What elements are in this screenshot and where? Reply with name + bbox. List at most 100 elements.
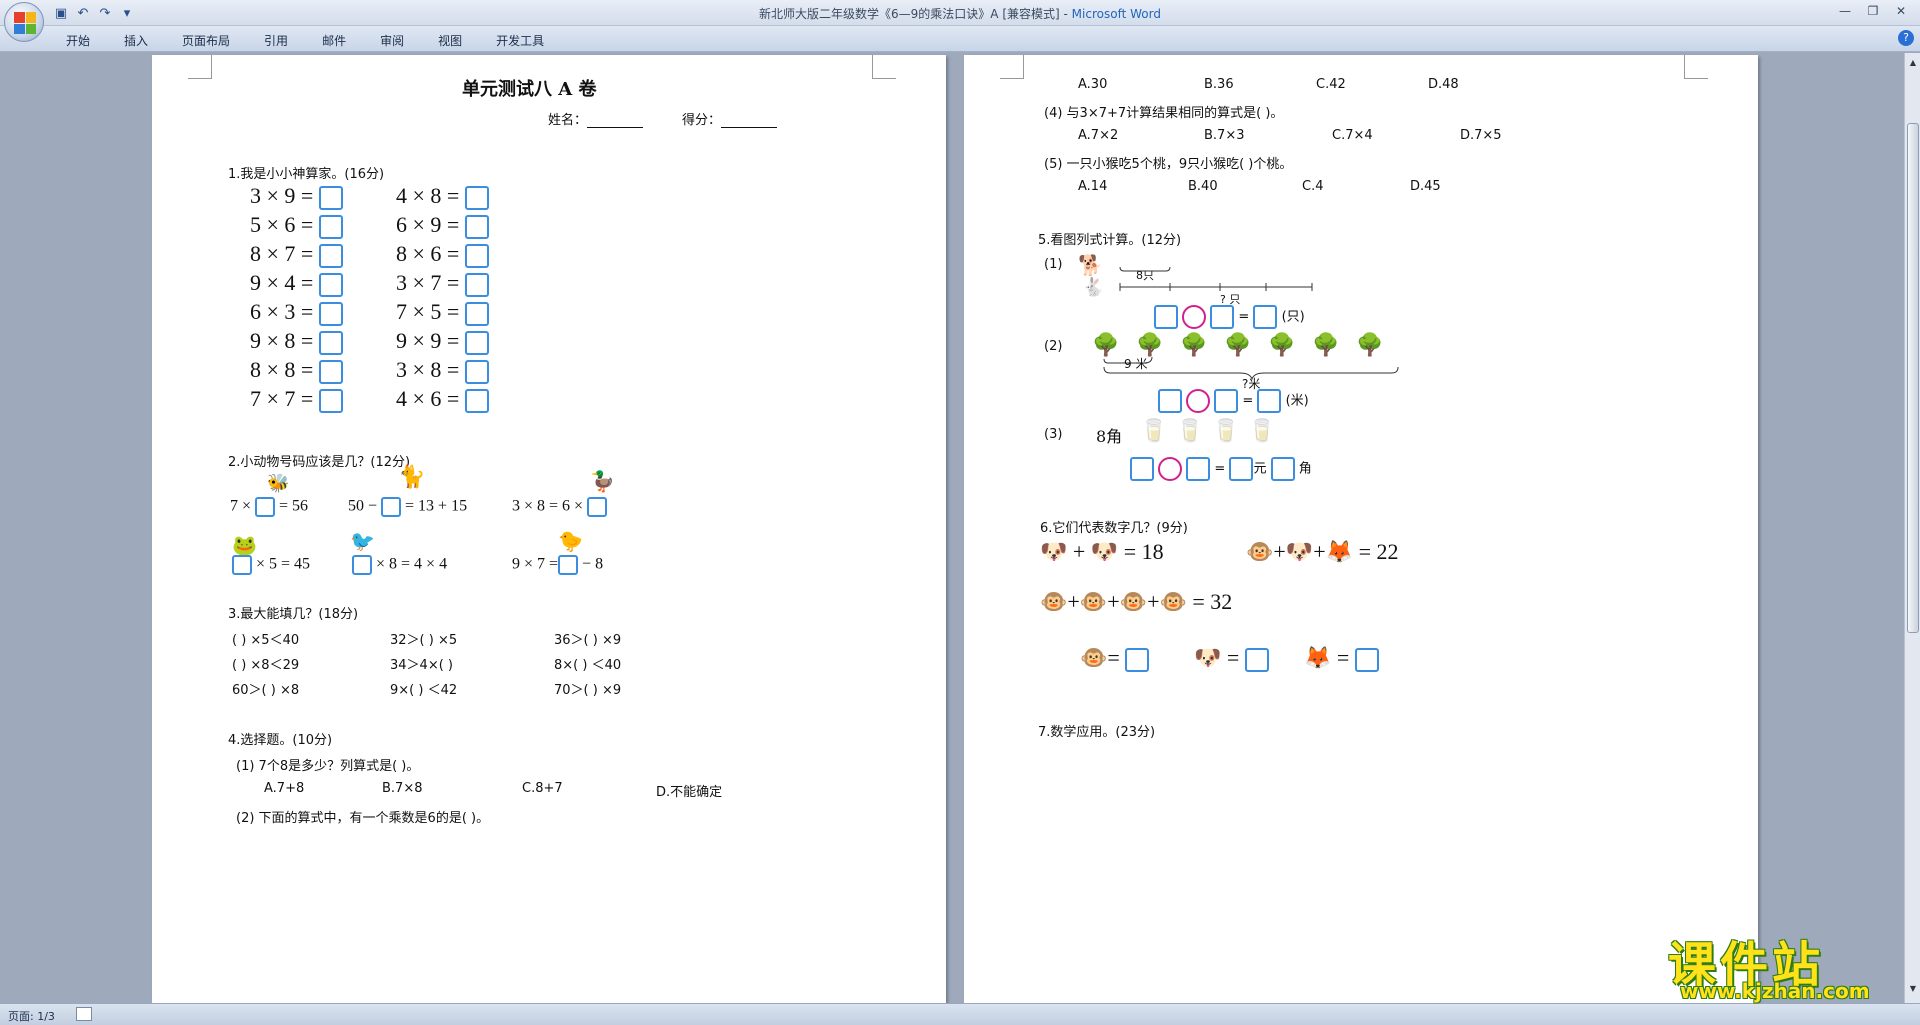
page-1[interactable]: 单元测试八 A 卷 姓名： 得分： 1.我是小小神算家。(16分) 3 × 9 …	[152, 55, 946, 1003]
q1-item: 5 × 6 =	[250, 212, 343, 239]
operator-circle[interactable]	[1186, 389, 1211, 413]
answer-box[interactable]	[464, 330, 489, 355]
tab-developer[interactable]: 开发工具	[490, 30, 550, 51]
crop-mark	[1000, 55, 1024, 79]
q5-2-span-label: 9 米	[1124, 357, 1148, 371]
q6-answer-fox: 🦊 =	[1304, 645, 1379, 672]
q4-3-option: B.36	[1204, 77, 1234, 92]
q1-expression: 3 × 8 =	[396, 357, 460, 382]
q1-item: 4 × 8 =	[396, 183, 489, 210]
q1-expression: 8 × 7 =	[250, 241, 314, 266]
answer-box[interactable]	[587, 497, 608, 517]
help-icon[interactable]: ?	[1898, 30, 1914, 46]
q1-heading: 1.我是小小神算家。(16分)	[228, 167, 385, 182]
cat-icon: 🐈	[398, 465, 426, 490]
q4-4-option: C.7×4	[1332, 128, 1373, 143]
answer-box[interactable]	[464, 214, 489, 239]
crop-mark	[1684, 55, 1708, 79]
monkey-icon: 🐵	[1079, 589, 1108, 614]
answer-box[interactable]	[318, 388, 343, 413]
answer-box[interactable]	[1229, 457, 1254, 481]
answer-box[interactable]	[255, 497, 276, 517]
q4-1-option: D.不能确定	[656, 785, 723, 800]
answer-box[interactable]	[352, 555, 372, 575]
answer-box[interactable]	[464, 185, 489, 210]
maximize-icon[interactable]: ❐	[1860, 2, 1886, 20]
answer-box[interactable]	[464, 243, 489, 268]
minimize-icon[interactable]: —	[1832, 2, 1858, 20]
answer-box[interactable]	[558, 555, 579, 575]
tab-mailings[interactable]: 邮件	[316, 30, 352, 51]
answer-box[interactable]	[318, 185, 343, 210]
q3-item: 60＞( ) ×8	[232, 683, 300, 698]
monkey-icon: 🐵	[1040, 589, 1068, 614]
tab-references[interactable]: 引用	[258, 30, 294, 51]
operator-circle[interactable]	[1158, 457, 1183, 481]
close-icon[interactable]: ✕	[1888, 2, 1914, 20]
answer-box[interactable]	[318, 301, 343, 326]
q4-1-option: A.7+8	[264, 781, 305, 796]
answer-box[interactable]	[1257, 389, 1282, 413]
q4-1-option: C.8+7	[522, 781, 563, 796]
answer-box[interactable]	[318, 359, 343, 384]
vertical-scrollbar[interactable]: ▲ ▼	[1904, 53, 1920, 1003]
page-title: 单元测试八 A 卷	[462, 79, 597, 100]
answer-box[interactable]	[1270, 457, 1295, 481]
answer-box[interactable]	[1125, 647, 1150, 672]
answer-box[interactable]	[1186, 457, 1211, 481]
q5-1-bar-diagram	[1119, 266, 1313, 291]
q1-expression: 5 × 6 =	[250, 212, 314, 237]
answer-box[interactable]	[318, 272, 343, 297]
operator-circle[interactable]	[1182, 305, 1207, 329]
q1-expression: 7 × 7 =	[250, 386, 314, 411]
answer-box[interactable]	[381, 497, 402, 517]
answer-box[interactable]	[1158, 389, 1182, 413]
page-indicator[interactable]: 页面: 1/3	[8, 1008, 55, 1024]
scroll-down-icon[interactable]: ▼	[1907, 983, 1919, 995]
q4-4-option: B.7×3	[1204, 128, 1245, 143]
scroll-thumb[interactable]	[1907, 123, 1919, 633]
answer-box[interactable]	[1214, 389, 1239, 413]
duck-icon: 🦆	[590, 469, 615, 493]
tab-view[interactable]: 视图	[432, 30, 468, 51]
q6-answer-dog: 🐶 =	[1194, 645, 1269, 672]
ribbon: 开始 插入 页面布局 引用 邮件 审阅 视图 开发工具 ?	[0, 26, 1920, 52]
answer-box[interactable]	[318, 330, 343, 355]
q1-expression: 3 × 9 =	[250, 183, 314, 208]
q1-expression: 3 × 7 =	[396, 270, 460, 295]
answer-box[interactable]	[1130, 457, 1154, 481]
q4-3-option: C.42	[1316, 77, 1346, 92]
office-button[interactable]	[4, 2, 44, 42]
q1-item: 9 × 8 =	[250, 328, 343, 355]
answer-box[interactable]	[1253, 305, 1278, 329]
answer-box[interactable]	[1244, 647, 1269, 672]
answer-box[interactable]	[318, 214, 343, 239]
tab-insert[interactable]: 插入	[118, 30, 154, 51]
scroll-up-icon[interactable]: ▲	[1907, 57, 1919, 69]
q2-heading: 2.小动物号码应该是几？(12分)	[228, 455, 411, 470]
proofing-icon[interactable]	[76, 1007, 92, 1021]
answer-box[interactable]	[1354, 647, 1379, 672]
q4-4-option: D.7×5	[1460, 128, 1502, 143]
answer-box[interactable]	[464, 301, 489, 326]
tab-review[interactable]: 审阅	[374, 30, 410, 51]
title-bar: ▣ ↶ ↷ ▾ 新北师大版二年级数学《6—9的乘法口诀》A [兼容模式] - M…	[0, 0, 1920, 26]
milk-carton-icon: 🥛	[1248, 419, 1276, 444]
answer-box[interactable]	[464, 359, 489, 384]
q4-3-option: D.48	[1428, 77, 1459, 92]
answer-box[interactable]	[232, 555, 252, 575]
page-2[interactable]: A.30 B.36 C.42 D.48 (4) 与3×7+7计算结果相同的算式是…	[964, 55, 1758, 1003]
tab-page-layout[interactable]: 页面布局	[176, 30, 236, 51]
dog-icon: 🐶	[1090, 539, 1119, 564]
answer-box[interactable]	[464, 388, 489, 413]
q3-item: ( ) ×5＜40	[232, 633, 300, 648]
answer-box[interactable]	[1210, 305, 1235, 329]
q3-item: 36＞( ) ×9	[554, 633, 622, 648]
watermark-logo: 课件站 www.kjzhan.com	[1668, 925, 1908, 1003]
tab-home[interactable]: 开始	[60, 30, 96, 51]
answer-box[interactable]	[318, 243, 343, 268]
answer-box[interactable]	[1154, 305, 1178, 329]
monkey-icon: 🐵	[1119, 589, 1148, 614]
answer-box[interactable]	[464, 272, 489, 297]
q4-5-option: B.40	[1188, 179, 1218, 194]
